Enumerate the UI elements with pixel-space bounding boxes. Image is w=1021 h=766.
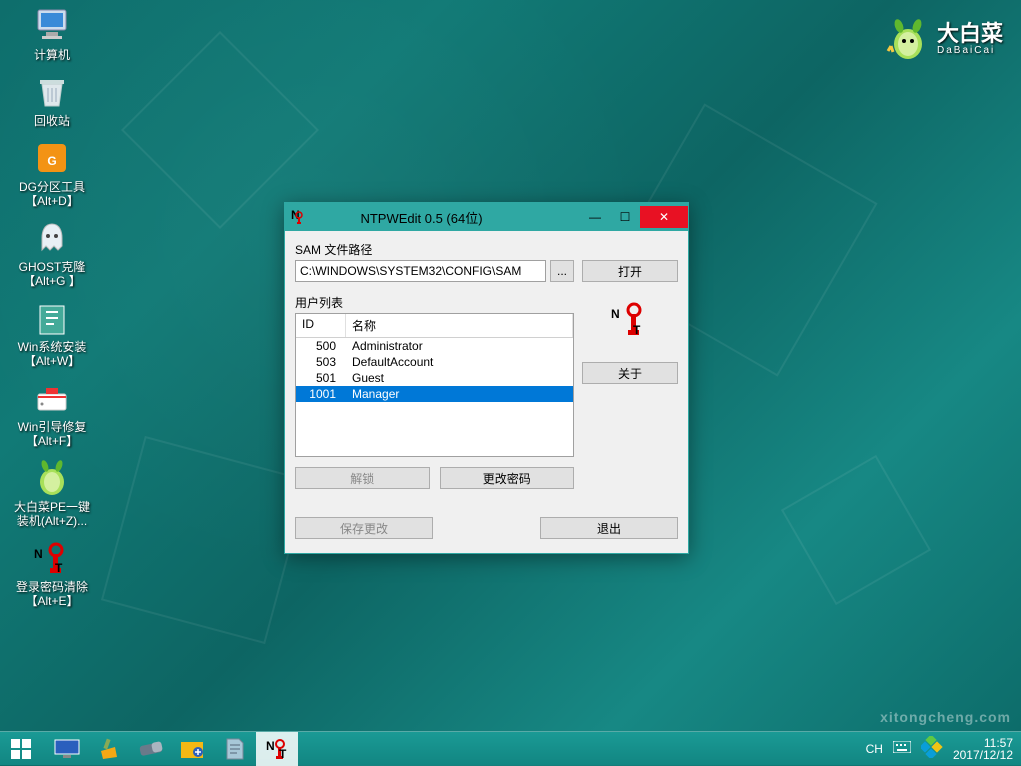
- desktop-icon-label: 计算机: [12, 48, 92, 62]
- lang-indicator[interactable]: CH: [866, 742, 883, 756]
- login-password-clear-icon: NT: [32, 538, 72, 578]
- dg-partition-tool-icon: G: [32, 138, 72, 178]
- titlebar[interactable]: N NTPWEdit 0.5 (64位) — ☐ ✕: [285, 203, 688, 231]
- recycle-bin-icon: [32, 72, 72, 112]
- app-logo-icon: NT: [609, 298, 651, 340]
- save-changes-button[interactable]: 保存更改: [295, 517, 433, 539]
- svg-text:G: G: [47, 154, 56, 168]
- login-password-clear[interactable]: NT登录密码清除【Alt+E】: [12, 538, 92, 608]
- user-row[interactable]: 501Guest: [296, 370, 573, 386]
- cabbage-icon: [885, 16, 931, 62]
- taskbar-cleaner-icon[interactable]: [88, 732, 130, 766]
- win-boot-repair-icon: [32, 378, 72, 418]
- dabaicai-pe-installer[interactable]: 大白菜PE一键装机(Alt+Z)...: [12, 458, 92, 528]
- user-id-cell: 503: [296, 354, 346, 370]
- desktop-icon-label: Win系统安装【Alt+W】: [12, 340, 92, 368]
- user-name-cell: Manager: [346, 386, 573, 402]
- brand-logo: 大白菜 DaBaiCai: [885, 16, 1003, 62]
- svg-text:N: N: [266, 739, 275, 753]
- start-button[interactable]: [0, 732, 42, 766]
- svg-text:T: T: [55, 561, 63, 575]
- user-row[interactable]: 503DefaultAccount: [296, 354, 573, 370]
- user-row[interactable]: 1001Manager: [296, 386, 573, 402]
- close-button[interactable]: ✕: [640, 206, 688, 228]
- win-boot-repair[interactable]: Win引导修复【Alt+F】: [12, 378, 92, 448]
- svg-text:T: T: [279, 747, 287, 761]
- tray-diamond-icon[interactable]: [921, 736, 943, 761]
- computer[interactable]: 计算机: [12, 6, 92, 62]
- taskbar-folder-tool-icon[interactable]: [172, 732, 214, 766]
- maximize-button[interactable]: ☐: [610, 206, 640, 228]
- keyboard-icon[interactable]: [893, 741, 911, 756]
- ghost-clone[interactable]: GHOST克隆【Alt+G 】: [12, 218, 92, 288]
- user-name-cell: Guest: [346, 370, 573, 386]
- svg-text:N: N: [34, 547, 43, 561]
- clock[interactable]: 11:57 2017/12/12: [953, 737, 1013, 761]
- ntpwedit-window: N NTPWEdit 0.5 (64位) — ☐ ✕ SAM 文件路径 ... …: [284, 202, 689, 554]
- ghost-clone-icon: [32, 218, 72, 258]
- desktop-icon-label: 大白菜PE一键装机(Alt+Z)...: [12, 500, 92, 528]
- computer-icon: [32, 6, 72, 46]
- about-button[interactable]: 关于: [582, 362, 678, 384]
- user-list-label: 用户列表: [295, 294, 574, 311]
- user-listbox[interactable]: ID 名称 500Administrator503DefaultAccount5…: [295, 313, 574, 457]
- change-password-button[interactable]: 更改密码: [440, 467, 575, 489]
- user-id-cell: 500: [296, 338, 346, 354]
- desktop-icon-label: 登录密码清除【Alt+E】: [12, 580, 92, 608]
- sam-path-label: SAM 文件路径: [295, 241, 574, 258]
- desktop-icon-label: 回收站: [12, 114, 92, 128]
- open-button[interactable]: 打开: [582, 260, 678, 282]
- desktop-icon-label: DG分区工具【Alt+D】: [12, 180, 92, 208]
- taskbar-desktop-monitor-icon[interactable]: [46, 732, 88, 766]
- taskbar-ntpwedit-icon[interactable]: NT: [256, 732, 298, 766]
- window-title: NTPWEdit 0.5 (64位): [263, 208, 580, 227]
- dabaicai-pe-installer-icon: [32, 458, 72, 498]
- win-system-install-icon: [32, 298, 72, 338]
- desktop-icon-label: Win引导修复【Alt+F】: [12, 420, 92, 448]
- win-system-install[interactable]: Win系统安装【Alt+W】: [12, 298, 92, 368]
- col-id[interactable]: ID: [296, 314, 346, 337]
- desktop-icon-label: GHOST克隆【Alt+G 】: [12, 260, 92, 288]
- svg-text:T: T: [633, 323, 641, 337]
- user-name-cell: DefaultAccount: [346, 354, 573, 370]
- windows-logo-icon: [11, 739, 31, 759]
- exit-button[interactable]: 退出: [540, 517, 678, 539]
- recycle-bin[interactable]: 回收站: [12, 72, 92, 128]
- watermark: xitongcheng.com: [880, 709, 1011, 725]
- dg-partition-tool[interactable]: G DG分区工具【Alt+D】: [12, 138, 92, 208]
- browse-button[interactable]: ...: [550, 260, 574, 282]
- unlock-button[interactable]: 解锁: [295, 467, 430, 489]
- user-id-cell: 1001: [296, 386, 346, 402]
- taskbar: NT CH 11:57 2017/12/12: [0, 731, 1021, 765]
- user-name-cell: Administrator: [346, 338, 573, 354]
- user-id-cell: 501: [296, 370, 346, 386]
- taskbar-file-icon[interactable]: [214, 732, 256, 766]
- taskbar-eraser-icon[interactable]: [130, 732, 172, 766]
- svg-text:N: N: [611, 307, 620, 321]
- sam-path-input[interactable]: [295, 260, 546, 282]
- user-row[interactable]: 500Administrator: [296, 338, 573, 354]
- col-name[interactable]: 名称: [346, 314, 573, 337]
- minimize-button[interactable]: —: [580, 206, 610, 228]
